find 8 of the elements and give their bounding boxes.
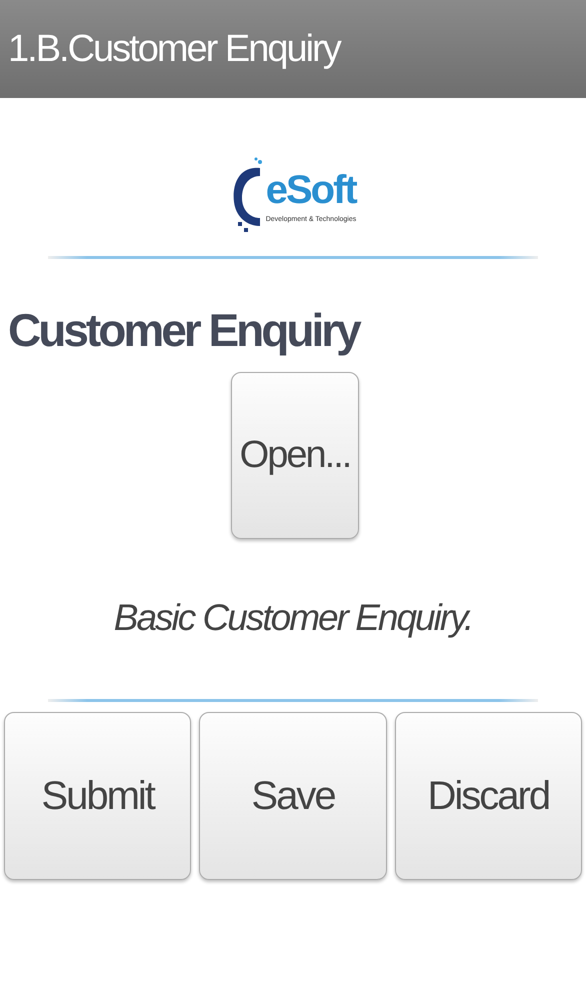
screen-title: 1.B.Customer Enquiry (8, 28, 340, 70)
action-button[interactable]: Save (199, 712, 387, 880)
logo-name: eSoft (266, 170, 356, 210)
action-button[interactable]: Discard (394, 712, 582, 880)
open-button[interactable]: Open... (231, 372, 359, 540)
section-heading: Customer Enquiry (8, 303, 361, 358)
description: Basic Customer Enquiry. (112, 597, 474, 640)
action-button[interactable]: Submit (4, 712, 192, 880)
